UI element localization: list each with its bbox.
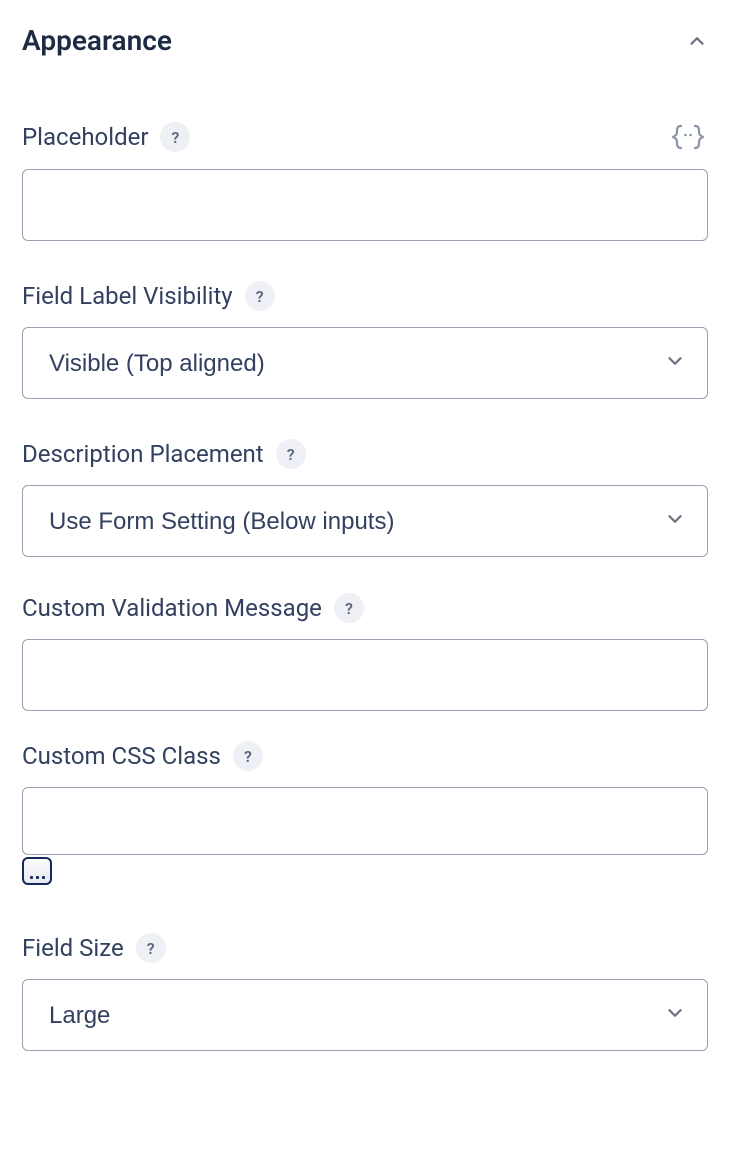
field-size-label: Field Size <box>22 934 124 962</box>
help-icon[interactable]: ? <box>160 122 190 152</box>
description-placement-select-wrap: Use Form Setting (Below inputs) <box>22 485 708 557</box>
field-label-row: Description Placement ? <box>22 439 708 469</box>
ellipsis-icon <box>30 876 45 879</box>
help-icon[interactable]: ? <box>245 281 275 311</box>
custom-validation-input[interactable] <box>22 639 708 711</box>
custom-css-class-label: Custom CSS Class <box>22 742 221 770</box>
field-label-row: Field Size ? <box>22 933 708 963</box>
description-placement-field-block: Description Placement ? Use Form Setting… <box>22 439 708 557</box>
label-visibility-select-wrap: Visible (Top aligned) <box>22 327 708 399</box>
custom-validation-field-block: Custom Validation Message ? <box>22 593 708 711</box>
custom-css-class-field-block: Custom CSS Class ? <box>22 741 708 885</box>
css-class-picker-button[interactable] <box>22 857 52 885</box>
merge-tag-icon[interactable] <box>668 121 708 153</box>
label-visibility-label: Field Label Visibility <box>22 282 233 310</box>
field-size-select[interactable]: Large <box>22 979 708 1051</box>
field-size-field-block: Field Size ? Large <box>22 933 708 1051</box>
field-label-row: Custom Validation Message ? <box>22 593 708 623</box>
field-label-row: Custom CSS Class ? <box>22 741 708 771</box>
description-placement-select[interactable]: Use Form Setting (Below inputs) <box>22 485 708 557</box>
placeholder-input[interactable] <box>22 169 708 241</box>
help-icon[interactable]: ? <box>334 593 364 623</box>
label-visibility-select[interactable]: Visible (Top aligned) <box>22 327 708 399</box>
label-visibility-field-block: Field Label Visibility ? Visible (Top al… <box>22 281 708 399</box>
custom-css-class-input[interactable] <box>22 787 708 855</box>
placeholder-field-block: Placeholder ? <box>22 121 708 241</box>
help-icon[interactable]: ? <box>136 933 166 963</box>
help-icon[interactable]: ? <box>233 741 263 771</box>
custom-validation-label: Custom Validation Message <box>22 594 322 622</box>
field-label-row: Placeholder ? <box>22 121 708 153</box>
section-title: Appearance <box>22 24 172 57</box>
placeholder-label: Placeholder <box>22 123 148 151</box>
appearance-panel: Appearance Placeholder ? Field Label Vis… <box>0 0 730 1091</box>
field-label-row: Field Label Visibility ? <box>22 281 708 311</box>
chevron-up-icon <box>686 30 708 52</box>
section-header[interactable]: Appearance <box>22 24 708 57</box>
field-size-select-wrap: Large <box>22 979 708 1051</box>
description-placement-label: Description Placement <box>22 440 264 468</box>
help-icon[interactable]: ? <box>276 439 306 469</box>
